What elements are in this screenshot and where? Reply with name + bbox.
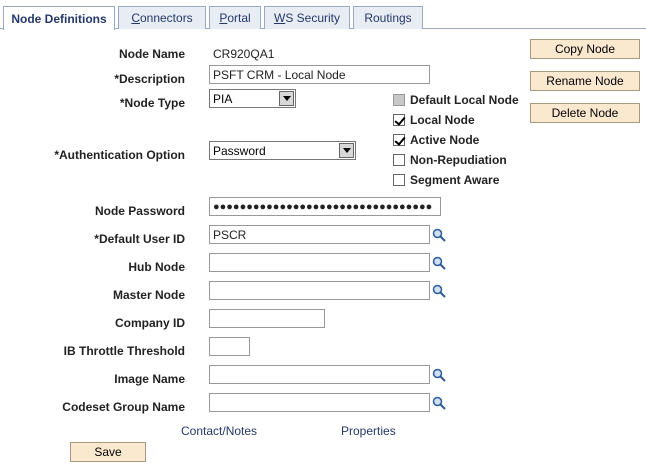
lookup-icon[interactable] (432, 228, 446, 242)
hub-node-label: Hub Node (128, 260, 185, 274)
default-user-id-input[interactable]: PSCR (209, 225, 430, 244)
chevron-down-icon[interactable] (339, 143, 354, 158)
description-input[interactable]: PSFT CRM - Local Node (209, 65, 430, 84)
auth-option-label: *Authentication Option (54, 148, 185, 162)
auth-option-value: Password (213, 143, 266, 158)
node-type-label: *Node Type (119, 96, 185, 110)
tab-ws-security[interactable]: WS Security (264, 6, 350, 29)
master-node-label: Master Node (112, 288, 185, 302)
hub-node-input[interactable] (209, 253, 430, 272)
node-type-value: PIA (213, 91, 233, 106)
copy-node-button[interactable]: Copy Node (530, 39, 640, 59)
checkbox-local-node-box[interactable] (393, 114, 405, 126)
image-name-label: Image Name (114, 372, 185, 386)
rename-node-button[interactable]: Rename Node (530, 71, 640, 91)
company-id-input[interactable] (209, 309, 325, 328)
node-password-label: Node Password (94, 204, 185, 218)
checkbox-non-repudiation-box[interactable] (393, 154, 405, 166)
checkbox-default-local-node-box (393, 94, 405, 106)
tab-routings[interactable]: Routings (353, 6, 423, 29)
node-name-label: Node Name (118, 47, 185, 61)
default-user-id-label: *Default User ID (94, 232, 185, 246)
properties-link[interactable]: Properties (341, 424, 396, 438)
lookup-icon[interactable] (432, 368, 446, 382)
tab-connectors[interactable]: Connectors (118, 6, 206, 29)
ib-throttle-input[interactable] (209, 337, 250, 356)
checkbox-default-local-node: Default Local Node (393, 93, 519, 107)
tab-portal[interactable]: Portal (209, 6, 261, 29)
master-node-input[interactable] (209, 281, 430, 300)
auth-option-select[interactable]: Password (209, 141, 356, 160)
checkbox-non-repudiation[interactable]: Non-Repudiation (393, 153, 507, 167)
checkbox-segment-aware[interactable]: Segment Aware (393, 173, 499, 187)
chevron-down-icon[interactable] (279, 91, 294, 106)
checkbox-active-node[interactable]: Active Node (393, 133, 479, 147)
node-password-input[interactable]: ●●●●●●●●●●●●●●●●●●●●●●●●●●●●●●●●● (209, 197, 441, 216)
node-name-value: CR920QA1 (213, 47, 275, 61)
tab-bar: Node Definitions Connectors Portal WS Se… (0, 0, 646, 30)
ib-throttle-label: IB Throttle Threshold (63, 344, 185, 358)
lookup-icon[interactable] (432, 256, 446, 270)
codeset-group-label: Codeset Group Name (62, 400, 185, 414)
image-name-input[interactable] (209, 365, 430, 384)
node-type-select[interactable]: PIA (209, 89, 296, 108)
codeset-group-input[interactable] (209, 393, 430, 412)
contact-notes-link[interactable]: Contact/Notes (181, 424, 257, 438)
checkbox-local-node[interactable]: Local Node (393, 113, 475, 127)
lookup-icon[interactable] (432, 396, 446, 410)
tab-node-definitions[interactable]: Node Definitions (3, 6, 115, 30)
company-id-label: Company ID (114, 316, 185, 330)
description-label: *Description (114, 72, 185, 86)
delete-node-button[interactable]: Delete Node (530, 103, 640, 123)
checkbox-active-node-box[interactable] (393, 134, 405, 146)
lookup-icon[interactable] (432, 284, 446, 298)
save-button[interactable]: Save (70, 442, 146, 462)
checkbox-segment-aware-box[interactable] (393, 174, 405, 186)
